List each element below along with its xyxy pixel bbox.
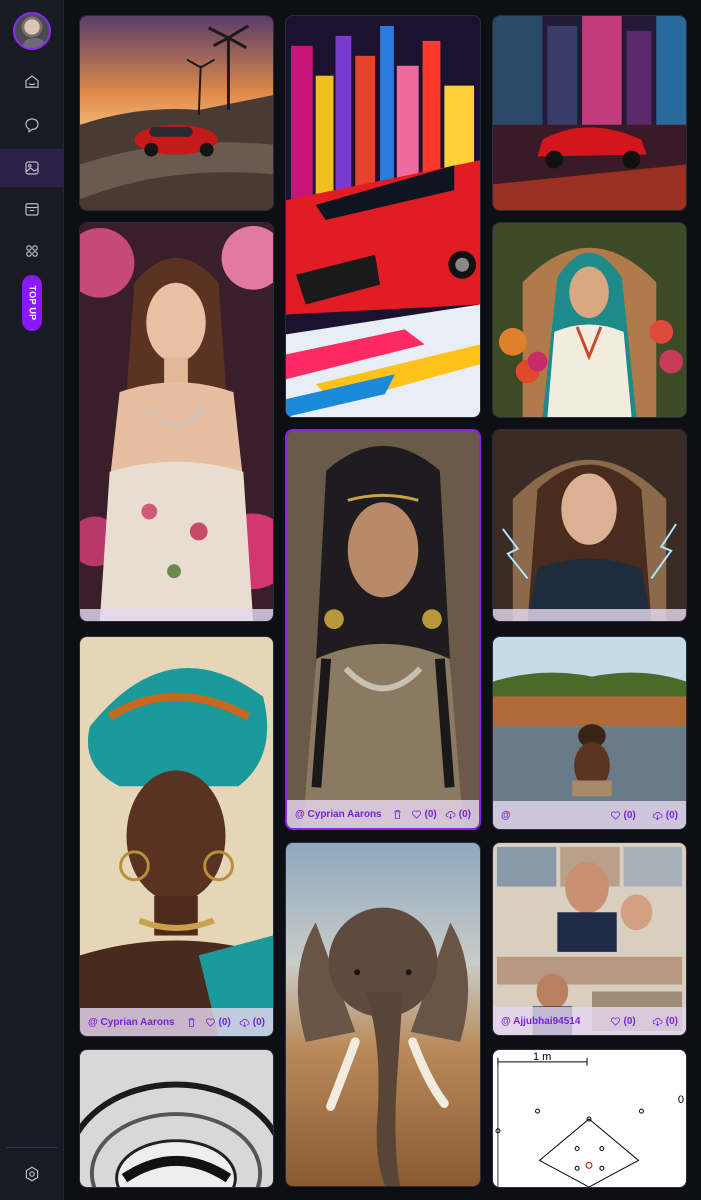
cloud-download-icon <box>239 1018 250 1027</box>
nav-settings[interactable] <box>0 1155 64 1193</box>
download-stat[interactable]: (0) <box>445 809 471 820</box>
like-count: (0) <box>424 808 437 820</box>
like-stat[interactable]: (0) <box>205 1017 231 1028</box>
card-author[interactable]: @ Cyprian Aarons <box>88 1017 182 1028</box>
like-count: (0) <box>623 809 636 821</box>
heart-icon <box>610 810 620 820</box>
card-info-bar <box>80 609 273 621</box>
download-stat[interactable]: (0) <box>652 1016 678 1027</box>
diagram-side-label: 0 <box>677 1094 684 1106</box>
gallery-card[interactable] <box>79 15 274 211</box>
sidebar: TOP UP <box>0 0 64 1200</box>
nav-chat[interactable] <box>0 106 64 144</box>
sidebar-divider <box>6 1147 58 1148</box>
download-stat[interactable]: (0) <box>652 810 678 821</box>
card-author[interactable]: @ <box>501 810 602 821</box>
heart-icon <box>205 1017 215 1027</box>
nav-home[interactable] <box>0 63 64 101</box>
car-neon-city-image <box>286 16 480 417</box>
heart-icon <box>610 1016 620 1026</box>
like-stat[interactable]: (0) <box>610 1016 636 1027</box>
like-stat[interactable]: (0) <box>411 809 437 820</box>
user-avatar[interactable] <box>13 12 51 50</box>
card-info-bar: @ Cyprian Aarons (0) (0) <box>80 1008 273 1036</box>
like-stat[interactable]: (0) <box>610 810 636 821</box>
like-count: (0) <box>623 1015 636 1027</box>
nav-apps[interactable] <box>0 232 64 270</box>
card-info-bar: @ Ajjubhai94514 (0) (0) <box>493 1007 686 1035</box>
woman-peonies-image <box>80 223 273 621</box>
gallery-card[interactable] <box>492 222 687 418</box>
card-info-bar <box>493 609 686 621</box>
diagram-image <box>493 1050 686 1187</box>
car-coastal-image <box>80 16 273 210</box>
download-count: (0) <box>252 1016 265 1028</box>
gallery-card[interactable] <box>492 429 687 622</box>
woman-garden-image <box>493 223 686 417</box>
cloud-download-icon <box>445 810 456 819</box>
home-icon <box>25 75 39 88</box>
settings-icon <box>25 1166 39 1182</box>
trash-icon[interactable] <box>392 809 403 820</box>
top-up-label: TOP UP <box>27 285 38 321</box>
archive-icon <box>25 203 39 216</box>
like-count: (0) <box>218 1016 231 1028</box>
trash-icon[interactable] <box>186 1017 197 1028</box>
chat-icon <box>25 118 39 133</box>
download-count: (0) <box>665 809 678 821</box>
card-author[interactable]: @ Cyprian Aarons <box>295 809 388 820</box>
abstract-circles-image <box>80 1050 273 1187</box>
download-count: (0) <box>458 808 471 820</box>
gallery-card[interactable] <box>285 842 481 1187</box>
car-neon-street-image <box>493 16 686 210</box>
gallery-card[interactable] <box>79 222 274 622</box>
woman-black-headscarf-image <box>287 431 479 828</box>
nav-gallery[interactable] <box>0 149 64 187</box>
cloud-download-icon <box>652 811 663 820</box>
gallery-card[interactable] <box>285 15 481 418</box>
apps-icon <box>26 245 38 257</box>
download-count: (0) <box>665 1015 678 1027</box>
gallery-card[interactable]: @ Cyprian Aarons (0) (0) <box>285 429 481 830</box>
gallery-card[interactable] <box>492 15 687 211</box>
gallery-card[interactable]: @ Cyprian Aarons (0) (0) <box>79 636 274 1037</box>
heart-icon <box>411 809 421 819</box>
download-stat[interactable]: (0) <box>239 1017 265 1028</box>
gallery-card[interactable] <box>79 1049 274 1188</box>
nav-archive[interactable] <box>0 190 64 228</box>
diagram-scale-label: 1 m <box>533 1051 552 1063</box>
top-up-button[interactable]: TOP UP <box>22 275 42 331</box>
elephant-image <box>286 843 480 1186</box>
card-info-bar: @ (0) (0) <box>493 801 686 829</box>
card-author[interactable]: @ Ajjubhai94514 <box>501 1016 602 1027</box>
gallery-card[interactable]: @ Ajjubhai94514 (0) (0) <box>492 842 687 1036</box>
gallery-card[interactable]: 1 m 0 <box>492 1049 687 1188</box>
card-info-bar: @ Cyprian Aarons (0) (0) <box>287 800 479 828</box>
cloud-download-icon <box>652 1017 663 1026</box>
gallery-card[interactable]: @ (0) (0) <box>492 636 687 830</box>
woman-lightning-image <box>493 430 686 621</box>
gallery-icon <box>25 161 39 175</box>
woman-head-wrap-image <box>80 637 273 1036</box>
